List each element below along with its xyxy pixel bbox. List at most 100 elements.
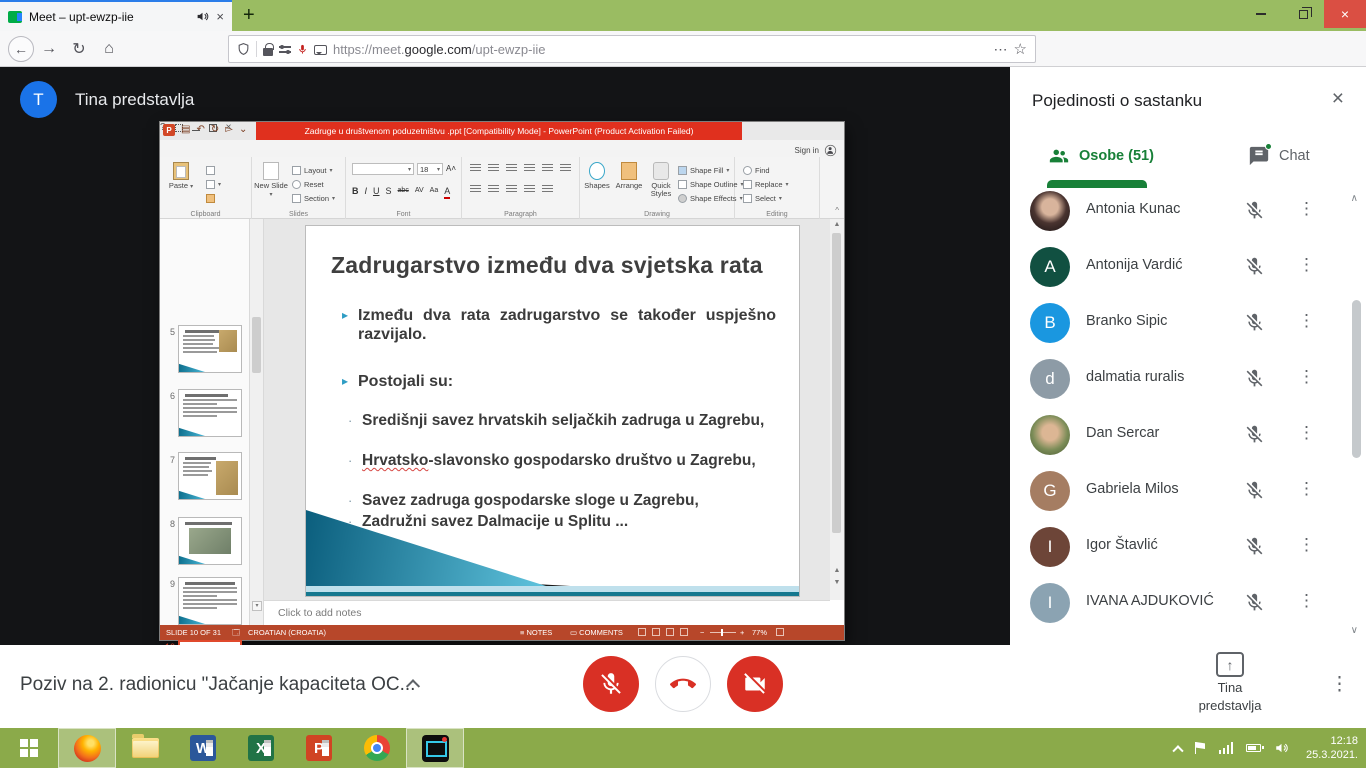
panel-scroll-down-icon[interactable]: ∨: [1351, 625, 1358, 636]
redo-icon[interactable]: ↻: [211, 124, 219, 136]
mute-button[interactable]: [583, 656, 639, 712]
slide-sub-bullet[interactable]: · Zadružni savez Dalmacije u Splitu ...: [348, 512, 776, 531]
reading-view-icon[interactable]: [666, 625, 674, 641]
align-left-button[interactable]: [470, 185, 481, 194]
taskbar-excel[interactable]: X: [232, 728, 290, 768]
window-close-button[interactable]: ×: [1324, 0, 1366, 28]
notes-toggle[interactable]: ≡ NOTES: [520, 625, 552, 640]
language-label[interactable]: CROATIAN (CROATIA): [248, 625, 326, 640]
slide-editing-area[interactable]: Zadrugarstvo između dva svjetska rata ▸ …: [264, 219, 830, 600]
shapes-button[interactable]: Shapes: [582, 159, 612, 190]
next-slide-icon[interactable]: ▼: [830, 579, 844, 586]
notification-bubble-icon[interactable]: [314, 45, 327, 55]
bullets-button[interactable]: [470, 164, 481, 173]
accessibility-icon[interactable]: 🗔: [232, 625, 240, 640]
lock-icon[interactable]: [263, 48, 273, 56]
slide-sub-bullet[interactable]: · Savez zadruga gospodarske sloge u Zagr…: [348, 491, 776, 510]
underline-button[interactable]: U: [373, 185, 380, 199]
panel-scrollbar-thumb[interactable]: [1352, 300, 1361, 458]
reset-button[interactable]: Reset: [292, 177, 335, 191]
shape-outline-button[interactable]: Shape Outline▾: [678, 177, 744, 191]
text-shadow-button[interactable]: S: [386, 185, 392, 199]
strikethrough-button[interactable]: abc: [398, 185, 409, 199]
ppt-sign-in[interactable]: Sign in: [795, 143, 838, 158]
window-minimize-button[interactable]: [1240, 0, 1282, 28]
shape-effects-button[interactable]: Shape Effects▾: [678, 191, 744, 205]
slide-bullet[interactable]: ▸ Postojali su:: [342, 372, 776, 391]
taskbar-screen-recorder-active[interactable]: [406, 728, 464, 768]
reload-button[interactable]: ↻: [64, 39, 94, 59]
character-spacing-button[interactable]: AV: [415, 185, 424, 199]
italic-button[interactable]: I: [365, 185, 368, 199]
normal-view-icon[interactable]: [638, 625, 646, 641]
ribbon-collapse-icon[interactable]: ^: [835, 206, 839, 215]
layout-button[interactable]: Layout▾: [292, 163, 335, 177]
columns-button[interactable]: [542, 185, 553, 194]
align-center-button[interactable]: [488, 185, 499, 194]
back-button[interactable]: ←: [8, 36, 34, 62]
font-color-button[interactable]: A: [444, 185, 450, 199]
new-tab-button[interactable]: +: [243, 4, 255, 27]
participant-more-button[interactable]: ⋮: [1298, 199, 1315, 219]
participant-row[interactable]: I Igor Štavlić ⋮: [1010, 519, 1350, 575]
bookmark-star-icon[interactable]: ☆: [1014, 40, 1027, 58]
taskbar-clock[interactable]: 12:18 25.3.2021.: [1302, 734, 1358, 762]
participant-row[interactable]: Dan Sercar ⋮: [1010, 407, 1350, 463]
decrease-indent-button[interactable]: [506, 164, 517, 173]
participant-row[interactable]: A Antonija Vardić ⋮: [1010, 239, 1350, 295]
tab-people[interactable]: Osobe (51): [1048, 145, 1154, 167]
slideshow-view-icon[interactable]: [680, 625, 688, 641]
participant-more-button[interactable]: ⋮: [1298, 311, 1315, 331]
forward-button[interactable]: →: [34, 40, 64, 58]
text-direction-button[interactable]: [560, 164, 571, 173]
zoom-in-button[interactable]: +: [740, 625, 744, 640]
font-size-combo[interactable]: 18▾: [417, 163, 443, 175]
slide-scrollbar[interactable]: ▲ ▲ ▼: [830, 219, 844, 600]
zoom-out-button[interactable]: −: [700, 625, 704, 640]
pane-collapse-icon[interactable]: ▾: [252, 601, 262, 611]
zoom-slider-knob[interactable]: [721, 629, 723, 636]
ppt-title-bar[interactable]: P ▤ ↶ ↻ ▻ ⌄ Zadruge u društvenom poduzet…: [160, 122, 844, 140]
url-text[interactable]: https://meet.google.com/upt-ewzp-iie: [333, 42, 988, 57]
paste-button[interactable]: Paste ▾: [164, 159, 198, 191]
taskbar-chrome[interactable]: [348, 728, 406, 768]
scrollbar-thumb[interactable]: [832, 233, 841, 533]
grow-font-button[interactable]: A˄: [446, 163, 456, 175]
tracking-protection-icon[interactable]: [237, 42, 250, 56]
bold-button[interactable]: B: [352, 185, 359, 199]
meeting-details-chevron-icon[interactable]: [408, 677, 422, 691]
action-center-flag-icon[interactable]: [1195, 742, 1206, 754]
cut-button[interactable]: [206, 163, 221, 177]
previous-slide-icon[interactable]: ▲: [830, 567, 844, 574]
home-button[interactable]: ⌂: [94, 40, 124, 58]
tab-audio-icon[interactable]: [196, 10, 209, 23]
tray-expand-icon[interactable]: [1172, 745, 1183, 756]
slide-sorter-view-icon[interactable]: [652, 625, 660, 641]
tab-chat[interactable]: Chat: [1248, 145, 1310, 167]
undo-icon[interactable]: ↶: [196, 124, 204, 136]
taskbar-file-explorer[interactable]: [116, 728, 174, 768]
numbering-button[interactable]: [488, 164, 499, 173]
slide-thumbnail-9[interactable]: [178, 577, 242, 625]
participant-row[interactable]: Antonia Kunac ⋮: [1010, 183, 1350, 239]
justify-button[interactable]: [524, 185, 535, 194]
notes-pane[interactable]: Click to add notes: [264, 600, 830, 625]
comments-toggle[interactable]: ▭ COMMENTS: [570, 625, 623, 640]
slide-thumbnail-5[interactable]: [178, 325, 242, 373]
align-right-button[interactable]: [506, 185, 517, 194]
taskbar-word[interactable]: W: [174, 728, 232, 768]
panel-close-icon[interactable]: ×: [1332, 87, 1344, 111]
replace-button[interactable]: Replace▾: [743, 177, 789, 191]
arrange-button[interactable]: Arrange: [613, 159, 645, 190]
presentation-icon[interactable]: ↑: [1216, 652, 1244, 677]
scrollbar-thumb[interactable]: [252, 317, 261, 373]
participant-row[interactable]: I IVANA AJDUKOVIĆ ⋮: [1010, 575, 1350, 631]
url-bar[interactable]: https://meet.google.com/upt-ewzp-iie ⋯ ☆: [228, 35, 1036, 63]
qat-customize-icon[interactable]: ⌄: [239, 124, 247, 136]
volume-icon[interactable]: [1274, 741, 1289, 755]
slide-bullet[interactable]: ▸ Između dva rata zadrugarstvo se takođe…: [342, 306, 776, 344]
zoom-slider[interactable]: [710, 632, 736, 633]
permissions-icon[interactable]: [279, 44, 291, 54]
change-case-button[interactable]: Aa: [430, 185, 439, 199]
participant-row[interactable]: d dalmatia ruralis ⋮: [1010, 351, 1350, 407]
